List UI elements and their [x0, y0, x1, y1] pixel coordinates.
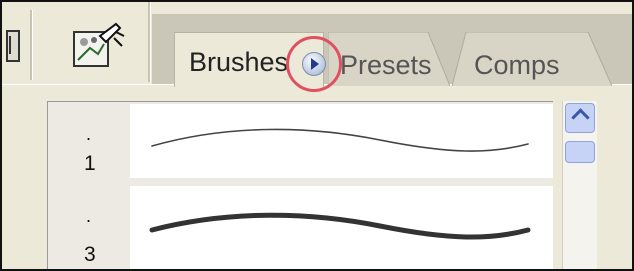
- brush-item[interactable]: . 3: [48, 184, 553, 269]
- toolbar-separator: [30, 10, 33, 80]
- brush-tip-dot: .: [86, 124, 92, 144]
- brush-size-cell: . 1: [48, 102, 130, 180]
- highlight-circle: [286, 36, 342, 92]
- brush-size-value: 3: [84, 243, 96, 266]
- tab-comps[interactable]: Comps: [452, 32, 612, 86]
- panel-tab-strip: Brushes Presets Comps: [152, 14, 632, 87]
- scrollbar[interactable]: [562, 101, 597, 269]
- brush-tip-dot: .: [86, 206, 92, 226]
- brush-item[interactable]: . 1: [48, 102, 553, 180]
- tab-presets[interactable]: Presets: [328, 32, 450, 86]
- brush-stroke-preview: [130, 104, 553, 178]
- scroll-up-button[interactable]: [565, 103, 595, 133]
- toolbar-left-icon[interactable]: [4, 28, 20, 64]
- tab-presets-label: Presets: [340, 50, 432, 80]
- brush-size-cell: . 3: [48, 184, 130, 269]
- brushes-panel: . 1 . 3: [2, 84, 632, 269]
- tab-comps-label: Comps: [474, 50, 560, 80]
- brush-size-value: 1: [84, 152, 96, 175]
- scroll-thumb[interactable]: [565, 141, 595, 163]
- chevron-up-icon: [571, 108, 590, 127]
- toolbar-divider: [148, 2, 151, 82]
- toolbar: [2, 2, 152, 82]
- brush-list: . 1 . 3: [47, 101, 553, 269]
- brush-stroke-preview: [130, 186, 553, 269]
- tab-brushes-label: Brushes: [189, 47, 289, 77]
- tool-brush-icon[interactable]: [64, 18, 130, 76]
- photoshop-window: Brushes Presets Comps . 1 . 3: [0, 0, 634, 271]
